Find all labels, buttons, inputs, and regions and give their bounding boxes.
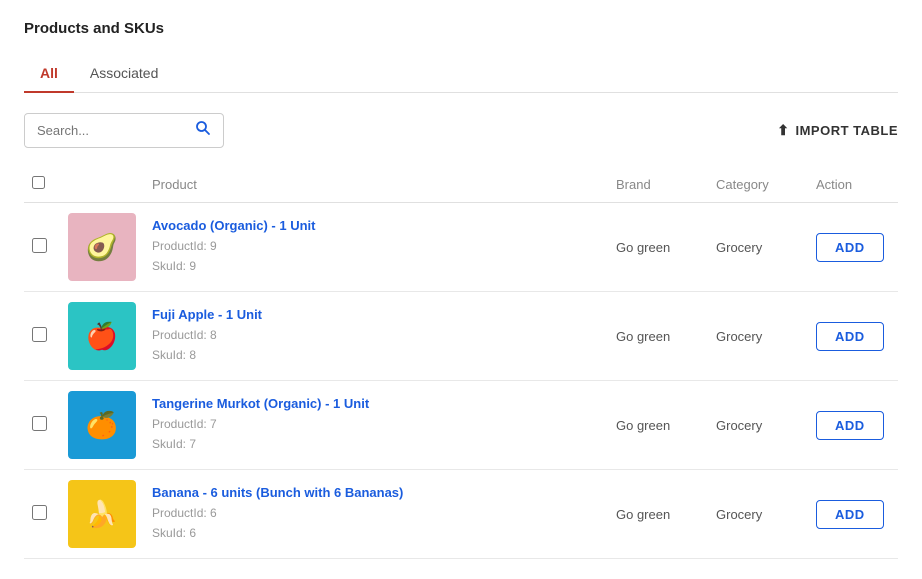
row-category-cell: Grocery [708, 292, 808, 381]
product-name: Avocado (Organic) - 1 Unit [152, 218, 600, 233]
import-label: IMPORT TABLE [795, 123, 898, 138]
table-row: 🍊 Tangerine Murkot (Organic) - 1 Unit Pr… [24, 381, 898, 470]
row-checkbox-cell [24, 203, 60, 292]
table-header-row: Product Brand Category Action [24, 166, 898, 203]
row-image-cell: 🍊 [60, 381, 144, 470]
search-icon [195, 120, 211, 136]
col-header-brand: Brand [608, 166, 708, 203]
product-image: 🍎 [68, 302, 136, 370]
product-image: 🍌 [68, 480, 136, 548]
row-brand-cell: Go green [608, 203, 708, 292]
col-header-action: Action [808, 166, 898, 203]
product-meta: ProductId: 9SkuId: 9 [152, 237, 600, 275]
col-header-category: Category [708, 166, 808, 203]
row-image-cell: 🍎 [60, 292, 144, 381]
add-button[interactable]: ADD [816, 233, 884, 262]
toolbar: ⬆ IMPORT TABLE [24, 113, 898, 148]
product-meta: ProductId: 7SkuId: 7 [152, 415, 600, 453]
product-name: Tangerine Murkot (Organic) - 1 Unit [152, 396, 600, 411]
select-all-checkbox[interactable] [32, 176, 45, 189]
row-product-cell: Banana - 6 units (Bunch with 6 Bananas) … [144, 470, 608, 559]
product-name: Fuji Apple - 1 Unit [152, 307, 600, 322]
add-button[interactable]: ADD [816, 411, 884, 440]
row-category-cell: Grocery [708, 203, 808, 292]
row-action-cell: ADD [808, 292, 898, 381]
row-product-cell: Avocado (Organic) - 1 Unit ProductId: 9S… [144, 203, 608, 292]
row-action-cell: ADD [808, 470, 898, 559]
product-image: 🥑 [68, 213, 136, 281]
row-image-cell: 🥑 [60, 203, 144, 292]
product-meta: ProductId: 8SkuId: 8 [152, 326, 600, 364]
tab-associated[interactable]: Associated [74, 55, 174, 93]
row-image-cell: 🍌 [60, 470, 144, 559]
upload-icon: ⬆ [777, 122, 789, 139]
product-image: 🍊 [68, 391, 136, 459]
product-name: Banana - 6 units (Bunch with 6 Bananas) [152, 485, 600, 500]
row-product-cell: Fuji Apple - 1 Unit ProductId: 8SkuId: 8 [144, 292, 608, 381]
row-checkbox-cell [24, 381, 60, 470]
row-action-cell: ADD [808, 381, 898, 470]
row-category-cell: Grocery [708, 470, 808, 559]
product-meta: ProductId: 6SkuId: 6 [152, 504, 600, 542]
row-checkbox-cell [24, 292, 60, 381]
row-product-cell: Tangerine Murkot (Organic) - 1 Unit Prod… [144, 381, 608, 470]
add-button[interactable]: ADD [816, 500, 884, 529]
import-table-button[interactable]: ⬆ IMPORT TABLE [777, 122, 898, 139]
row-checkbox[interactable] [32, 416, 47, 431]
col-header-check [24, 166, 60, 203]
row-checkbox[interactable] [32, 238, 47, 253]
search-input[interactable] [25, 115, 185, 146]
row-checkbox[interactable] [32, 505, 47, 520]
search-wrapper [24, 113, 224, 148]
col-header-product: Product [144, 166, 608, 203]
tabs-container: All Associated [24, 55, 898, 93]
table-row: 🍌 Banana - 6 units (Bunch with 6 Bananas… [24, 470, 898, 559]
page-container: Products and SKUs All Associated ⬆ IMPOR… [0, 0, 922, 579]
col-header-image [60, 166, 144, 203]
row-action-cell: ADD [808, 203, 898, 292]
table-row: 🍎 Fuji Apple - 1 Unit ProductId: 8SkuId:… [24, 292, 898, 381]
table-row: 🥑 Avocado (Organic) - 1 Unit ProductId: … [24, 203, 898, 292]
row-brand-cell: Go green [608, 381, 708, 470]
add-button[interactable]: ADD [816, 322, 884, 351]
tab-all[interactable]: All [24, 55, 74, 93]
row-checkbox[interactable] [32, 327, 47, 342]
search-button[interactable] [185, 114, 221, 147]
row-category-cell: Grocery [708, 381, 808, 470]
table-body: 🥑 Avocado (Organic) - 1 Unit ProductId: … [24, 203, 898, 559]
row-brand-cell: Go green [608, 470, 708, 559]
row-checkbox-cell [24, 470, 60, 559]
products-table: Product Brand Category Action 🥑 Avocado … [24, 166, 898, 559]
page-title: Products and SKUs [24, 20, 898, 37]
row-brand-cell: Go green [608, 292, 708, 381]
